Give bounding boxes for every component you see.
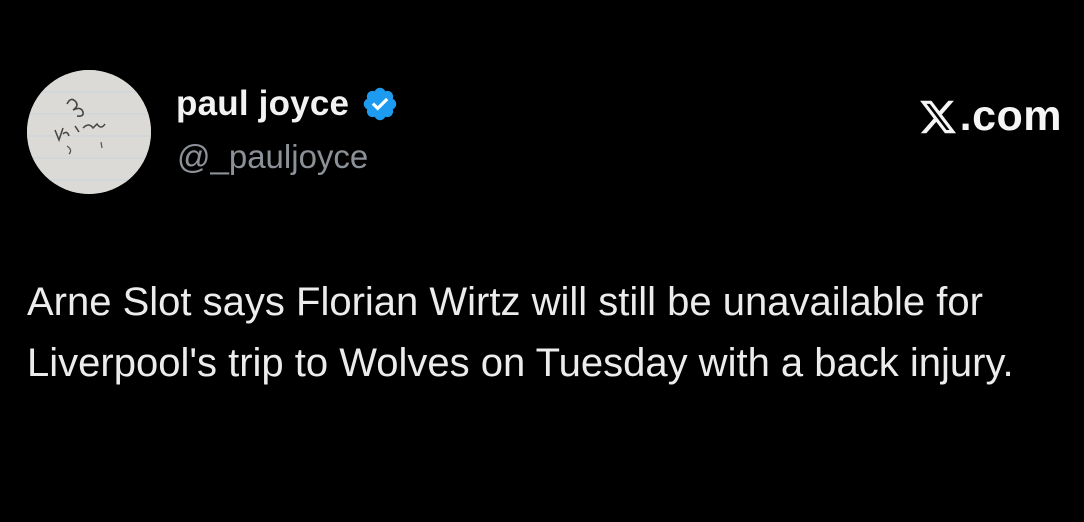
tweet-text: Arne Slot says Florian Wirtz will still … [27,280,1014,385]
brand-watermark: .com [918,92,1062,141]
author-name-row: paul joyce [176,84,399,124]
brand-domain-label: .com [959,92,1062,140]
display-name[interactable]: paul joyce [176,84,349,124]
avatar[interactable] [27,70,151,194]
verified-badge-icon [361,85,399,123]
x-logo-icon [918,97,958,137]
avatar-image [27,70,151,194]
author-handle[interactable]: @_pauljoyce [177,138,368,176]
